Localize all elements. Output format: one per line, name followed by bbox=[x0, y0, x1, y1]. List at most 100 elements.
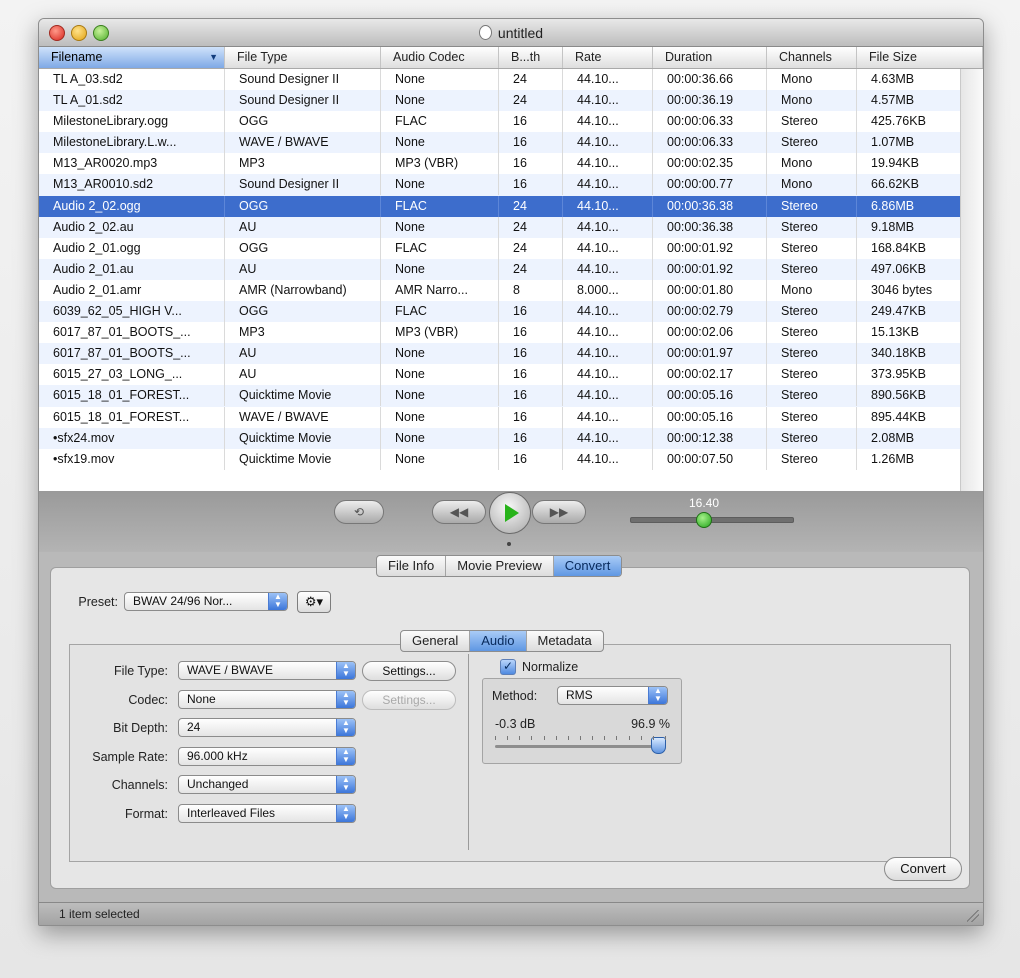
table-row[interactable]: 6017_87_01_BOOTS_... AU None 16 44.10... 00:0… bbox=[39, 343, 961, 365]
rewind-button[interactable]: ◀◀ bbox=[432, 500, 486, 524]
column-header-file-size[interactable]: File Size bbox=[857, 47, 983, 68]
resize-grip-icon[interactable] bbox=[967, 910, 979, 922]
table-cell: 24 bbox=[499, 237, 563, 259]
method-popup[interactable]: RMS ▲ ▼ bbox=[557, 686, 668, 705]
column-header-audio-codec[interactable]: Audio Codec bbox=[381, 47, 499, 68]
table-row[interactable]: 6017_87_01_BOOTS_... MP3 MP3 (VBR) 16 44.10.… bbox=[39, 322, 961, 344]
slider-tick bbox=[628, 736, 630, 740]
column-header-duration[interactable]: Duration bbox=[653, 47, 767, 68]
stepper-icon: ▲ ▼ bbox=[336, 662, 355, 679]
table-cell: MilestoneLibrary.ogg bbox=[39, 111, 225, 133]
table-cell: •sfx24.mov bbox=[39, 427, 225, 449]
table-cell: Stereo bbox=[767, 406, 857, 428]
normalize-slider-track[interactable] bbox=[495, 745, 665, 748]
codec-popup[interactable]: None ▲ ▼ bbox=[178, 690, 356, 709]
file-type-settings-button[interactable]: Settings... bbox=[362, 661, 456, 681]
table-cell: None bbox=[381, 258, 499, 280]
file-type-value: WAVE / BWAVE bbox=[187, 663, 274, 677]
table-cell: MP3 (VBR) bbox=[381, 322, 499, 344]
table-cell: Sound Designer II bbox=[225, 69, 381, 90]
table-row[interactable]: Audio 2_01.au AU None 24 44.10... 00:00:01.92… bbox=[39, 258, 961, 280]
table-cell: 6.86MB bbox=[857, 195, 961, 217]
column-header-file-type[interactable]: File Type bbox=[225, 47, 381, 68]
table-row[interactable]: 6015_18_01_FOREST... Quicktime Movie None 1… bbox=[39, 385, 961, 407]
vertical-scrollbar[interactable] bbox=[960, 69, 983, 491]
bit-depth-popup[interactable]: 24 ▲ ▼ bbox=[178, 718, 356, 737]
table-cell: Stereo bbox=[767, 111, 857, 133]
stepper-icon: ▲ ▼ bbox=[268, 593, 287, 610]
table-row[interactable]: 6015_18_01_FOREST... WAVE / BWAVE None 16 44… bbox=[39, 406, 961, 428]
table-cell: Quicktime Movie bbox=[225, 448, 381, 470]
table-cell: Stereo bbox=[767, 364, 857, 386]
stepper-icon: ▲ ▼ bbox=[336, 748, 355, 765]
table-header: Filename ▼ File Type Audio Codec B...th R… bbox=[39, 47, 983, 69]
table-row[interactable]: Audio 2_02.au AU None 24 44.10... 00:00:36.38… bbox=[39, 216, 961, 238]
table-cell: 16 bbox=[499, 322, 563, 344]
table-cell: 44.10... bbox=[563, 237, 653, 259]
table-cell: 16 bbox=[499, 364, 563, 386]
table-cell: Audio 2_02.au bbox=[39, 216, 225, 238]
table-row[interactable]: 6015_27_03_LONG_... AU None 16 44.10... 00:00… bbox=[39, 364, 961, 386]
table-row[interactable]: TL A_03.sd2 Sound Designer II None 24 44.10.… bbox=[39, 69, 961, 90]
table-cell: FLAC bbox=[381, 301, 499, 323]
table-row[interactable]: Audio 2_01.amr AMR (Narrowband) AMR Narro.… bbox=[39, 279, 961, 301]
table-row[interactable]: M13_AR0010.sd2 Sound Designer II None 16 44.… bbox=[39, 174, 961, 196]
sample-rate-popup[interactable]: 96.000 kHz ▲ ▼ bbox=[178, 747, 356, 766]
subtab-audio[interactable]: Audio bbox=[470, 631, 527, 651]
table-cell: 00:00:00.77 bbox=[653, 174, 767, 196]
play-button[interactable] bbox=[489, 492, 531, 534]
table-row[interactable]: MilestoneLibrary.ogg OGG FLAC 16 44.10... 00:… bbox=[39, 111, 961, 133]
tab-convert[interactable]: Convert bbox=[553, 556, 622, 576]
tab-movie-preview[interactable]: Movie Preview bbox=[446, 556, 554, 576]
title-bar[interactable]: untitled bbox=[39, 19, 983, 47]
table-row[interactable]: Audio 2_02.ogg OGG FLAC 24 44.10... 00:00:36.… bbox=[39, 195, 961, 217]
table-row[interactable]: Audio 2_01.ogg OGG FLAC 24 44.10... 00:00:01.… bbox=[39, 237, 961, 259]
subtab-general[interactable]: General bbox=[401, 631, 471, 651]
table-cell: MP3 bbox=[225, 322, 381, 344]
column-header-channels[interactable]: Channels bbox=[767, 47, 857, 68]
table-row[interactable]: 6039_62_05_HIGH V... OGG FLAC 16 44.10... 00:… bbox=[39, 301, 961, 323]
convert-button[interactable]: Convert bbox=[884, 857, 962, 881]
table-cell: None bbox=[381, 364, 499, 386]
stepper-icon: ▲ ▼ bbox=[336, 805, 355, 822]
column-header-bit-depth[interactable]: B...th bbox=[499, 47, 563, 68]
gear-button[interactable]: ⚙▾ bbox=[297, 591, 331, 613]
column-header-rate[interactable]: Rate bbox=[563, 47, 653, 68]
table-cell: 16 bbox=[499, 406, 563, 428]
file-table[interactable]: Filename ▼ File Type Audio Codec B...th R… bbox=[39, 47, 983, 491]
fast-forward-button[interactable]: ▶▶ bbox=[532, 500, 586, 524]
table-row[interactable]: •sfx24.mov Quicktime Movie None 16 44.10... 0… bbox=[39, 427, 961, 449]
stepper-icon: ▲ ▼ bbox=[648, 687, 667, 704]
normalize-checkbox[interactable]: ✓ bbox=[500, 659, 516, 675]
fast-forward-icon: ▶▶ bbox=[549, 505, 569, 519]
loop-button[interactable]: ⟲ bbox=[334, 500, 384, 524]
table-row[interactable]: M13_AR0020.mp3 MP3 MP3 (VBR) 16 44.10... 00:0… bbox=[39, 153, 961, 175]
table-row[interactable]: MilestoneLibrary.L.w... WAVE / BWAVE None 1… bbox=[39, 132, 961, 154]
preset-popup[interactable]: BWAV 24/96 Nor... ▲ ▼ bbox=[124, 592, 288, 611]
table-row[interactable]: •sfx19.mov Quicktime Movie None 16 44.10... 0… bbox=[39, 448, 961, 470]
table-row[interactable]: TL A_01.sd2 Sound Designer II None 24 44.10.… bbox=[39, 90, 961, 112]
table-cell: •sfx19.mov bbox=[39, 448, 225, 470]
table-cell: 44.10... bbox=[563, 174, 653, 196]
codec-settings-button[interactable]: Settings... bbox=[362, 690, 456, 710]
format-popup[interactable]: Interleaved Files ▲ ▼ bbox=[178, 804, 356, 823]
table-cell: None bbox=[381, 406, 499, 428]
column-header-filename[interactable]: Filename ▼ bbox=[39, 47, 225, 68]
file-type-popup[interactable]: WAVE / BWAVE ▲ ▼ bbox=[178, 661, 356, 680]
table-cell: 8 bbox=[499, 279, 563, 301]
position-slider-knob[interactable] bbox=[696, 512, 712, 528]
bit-depth-value: 24 bbox=[187, 720, 201, 734]
table-cell: None bbox=[381, 427, 499, 449]
position-slider-track[interactable] bbox=[630, 517, 794, 523]
subtab-metadata[interactable]: Metadata bbox=[527, 631, 603, 651]
table-cell: 15.13KB bbox=[857, 322, 961, 344]
tab-file-info[interactable]: File Info bbox=[377, 556, 447, 576]
sample-rate-value: 96.000 kHz bbox=[187, 749, 248, 763]
table-cell: None bbox=[381, 216, 499, 238]
sort-down-icon: ▼ bbox=[209, 52, 218, 62]
checkmark-icon: ✓ bbox=[502, 659, 514, 673]
gear-icon: ⚙▾ bbox=[304, 594, 324, 609]
channels-popup[interactable]: Unchanged ▲ ▼ bbox=[178, 775, 356, 794]
table-cell: 6017_87_01_BOOTS_... bbox=[39, 322, 225, 344]
table-cell: 00:00:02.06 bbox=[653, 322, 767, 344]
